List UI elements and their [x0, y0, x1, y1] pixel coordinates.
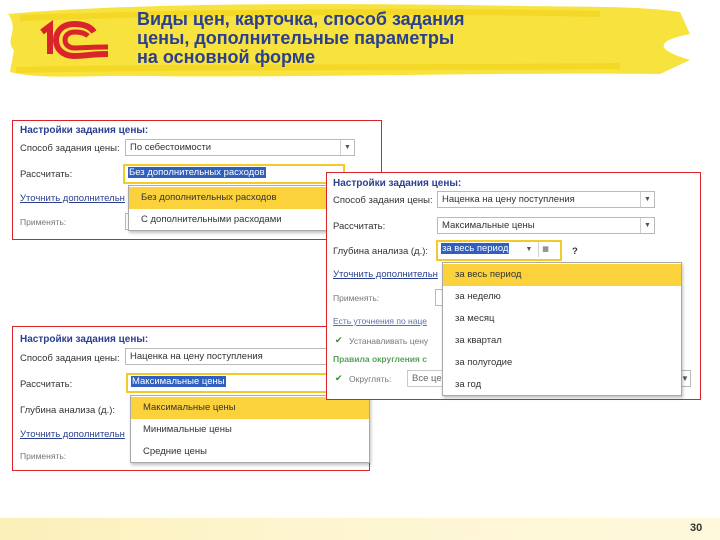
- page-number: 30: [690, 522, 703, 534]
- title-line-2: цены, дополнительные параметры: [137, 28, 455, 48]
- apply-label: Применять:: [20, 217, 67, 227]
- calc-label: Рассчитать:: [20, 169, 73, 180]
- depth-value: за весь период: [441, 243, 510, 254]
- more-settings-link[interactable]: Уточнить дополнительн: [333, 269, 438, 280]
- depth-dropdown: за весь период за неделю за месяц за ква…: [442, 262, 682, 396]
- method-select[interactable]: По себестоимости ▼: [125, 139, 355, 156]
- help-icon[interactable]: ?: [572, 246, 578, 257]
- method-value: По себестоимости: [130, 142, 212, 153]
- calc-value: Максимальные цены: [442, 220, 535, 231]
- adjustments-link[interactable]: Есть уточнения по наце: [333, 316, 427, 326]
- method-select[interactable]: Наценка на цену поступления: [125, 348, 355, 365]
- calc-dropdown: Максимальные цены Минимальные цены Средн…: [130, 395, 370, 463]
- dropdown-option[interactable]: Без дополнительных расходов: [129, 187, 339, 209]
- footer-band: [0, 518, 720, 540]
- method-label: Способ задания цены:: [333, 195, 433, 206]
- chevron-down-icon[interactable]: ▼: [640, 218, 654, 233]
- calc-select[interactable]: Без дополнительных расходов: [123, 164, 345, 184]
- calc-select[interactable]: Максимальные цены ▼: [437, 217, 655, 234]
- more-settings-link[interactable]: Уточнить дополнительн: [20, 193, 125, 204]
- calc-value: Без дополнительных расходов: [128, 167, 266, 178]
- dropdown-option[interactable]: за год: [443, 374, 681, 396]
- calc-dropdown: Без дополнительных расходов С дополнител…: [128, 185, 340, 231]
- method-value: Наценка на цену поступления: [442, 194, 575, 205]
- dropdown-option[interactable]: за неделю: [443, 286, 681, 308]
- round-value: Все це: [412, 373, 442, 384]
- title-line-1: Виды цен, карточка, способ задания: [137, 9, 465, 29]
- dropdown-option[interactable]: за квартал: [443, 330, 681, 352]
- dropdown-option[interactable]: С дополнительными расходами: [129, 209, 339, 231]
- apply-label: Применять:: [333, 293, 380, 303]
- depth-label: Глубина анализа (д.):: [333, 246, 429, 257]
- method-value: Наценка на цену поступления: [130, 351, 263, 362]
- panel-title: Настройки задания цены:: [20, 125, 149, 136]
- checkbox-set-price-icon[interactable]: ✔: [335, 336, 343, 345]
- dropdown-option[interactable]: за весь период: [443, 264, 681, 286]
- depth-select[interactable]: за весь период ▼ ▦: [436, 240, 562, 261]
- chevron-down-icon[interactable]: ▼: [340, 140, 354, 155]
- calendar-icon[interactable]: ▦: [538, 242, 552, 257]
- title-line-3: на основной форме: [137, 47, 316, 67]
- set-price-label: Устанавливать цену: [349, 336, 429, 346]
- method-label: Способ задания цены:: [20, 353, 120, 364]
- calc-label: Рассчитать:: [20, 379, 73, 390]
- chevron-down-icon[interactable]: ▼: [640, 192, 654, 207]
- 1c-logo-icon: [40, 20, 109, 60]
- method-select[interactable]: Наценка на цену поступления ▼: [437, 191, 655, 208]
- dropdown-option[interactable]: за полугодие: [443, 352, 681, 374]
- slide-title: Виды цен, карточка, способ задания цены,…: [137, 10, 557, 67]
- method-label: Способ задания цены:: [20, 143, 120, 154]
- round-label: Округлять:: [349, 374, 392, 384]
- panel-title: Настройки задания цены:: [333, 178, 462, 189]
- more-settings-link[interactable]: Уточнить дополнительн: [20, 429, 125, 440]
- chevron-down-icon[interactable]: ▼: [522, 242, 536, 257]
- dropdown-option[interactable]: Средние цены: [131, 441, 369, 463]
- apply-label: Применять:: [20, 451, 67, 461]
- rounding-rules-label: Правила округления с: [333, 354, 427, 364]
- dropdown-option[interactable]: Максимальные цены: [131, 397, 369, 419]
- dropdown-option[interactable]: за месяц: [443, 308, 681, 330]
- calc-value: Максимальные цены: [131, 376, 226, 387]
- checkbox-round-icon[interactable]: ✔: [335, 374, 343, 383]
- calc-label: Рассчитать:: [333, 221, 386, 232]
- calc-select[interactable]: Максимальные цены: [126, 373, 356, 393]
- depth-label: Глубина анализа (д.):: [20, 405, 116, 416]
- panel-title: Настройки задания цены:: [20, 334, 149, 345]
- round-select[interactable]: Все це: [407, 370, 443, 387]
- dropdown-option[interactable]: Минимальные цены: [131, 419, 369, 441]
